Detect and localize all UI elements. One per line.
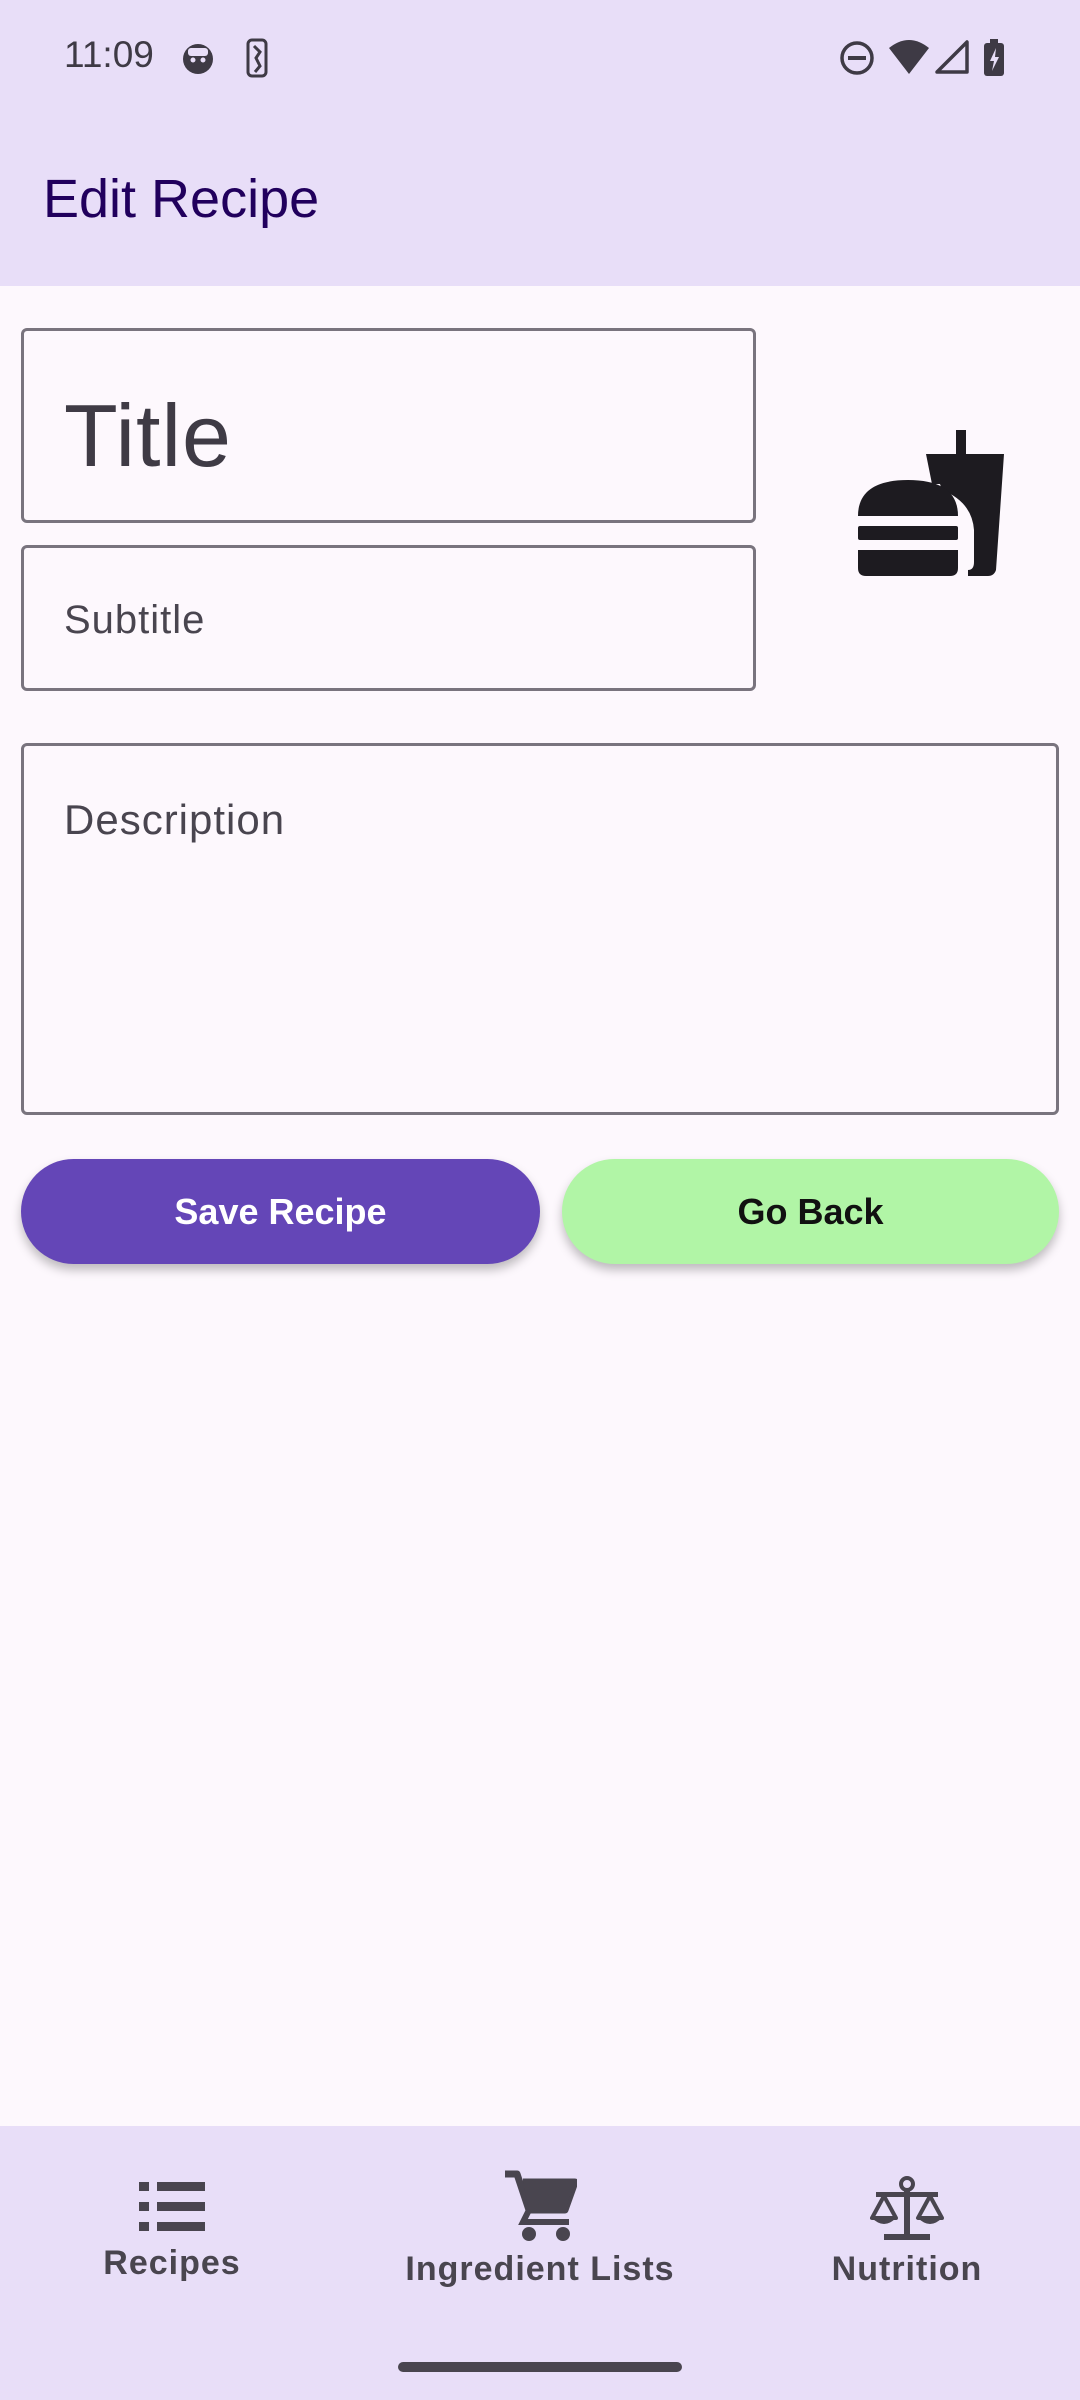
nba-notification-icon	[246, 38, 268, 78]
balance-scale-icon	[870, 2176, 944, 2240]
status-time: 11:09	[64, 34, 154, 75]
subtitle-input[interactable]: Subtitle	[21, 545, 756, 691]
home-indicator[interactable]	[398, 2362, 682, 2372]
bottom-navigation: Recipes Ingredient Lists Nutrition	[0, 2126, 1080, 2400]
page-title: Edit Recipe	[43, 169, 320, 229]
description-placeholder: Description	[64, 796, 286, 843]
top-app-bar: Edit Recipe	[0, 120, 1080, 286]
nav-item-ingredient-lists[interactable]: Ingredient Lists	[390, 2126, 690, 2346]
go-back-button[interactable]: Go Back	[562, 1159, 1059, 1264]
wifi-icon	[889, 40, 929, 74]
nav-label-nutrition: Nutrition	[831, 2250, 983, 2288]
face-notification-icon	[183, 44, 213, 74]
cart-icon	[505, 2170, 577, 2241]
subtitle-placeholder: Subtitle	[64, 598, 206, 642]
status-bar: 11:09	[0, 0, 1080, 120]
list-icon	[139, 2182, 205, 2231]
nav-item-recipes[interactable]: Recipes	[72, 2126, 272, 2346]
nav-item-nutrition[interactable]: Nutrition	[807, 2126, 1007, 2346]
title-placeholder: Title	[64, 386, 232, 485]
description-input[interactable]: Description	[21, 743, 1059, 1115]
title-input[interactable]: Title	[21, 328, 756, 523]
battery-charging-icon	[984, 39, 1004, 76]
nav-label-recipes: Recipes	[103, 2244, 241, 2282]
save-recipe-button[interactable]: Save Recipe	[21, 1159, 540, 1264]
fastfood-icon[interactable]	[856, 430, 1004, 578]
signal-icon	[935, 40, 969, 74]
nav-label-ingredient-lists: Ingredient Lists	[405, 2250, 675, 2288]
do-not-disturb-icon	[840, 41, 874, 75]
